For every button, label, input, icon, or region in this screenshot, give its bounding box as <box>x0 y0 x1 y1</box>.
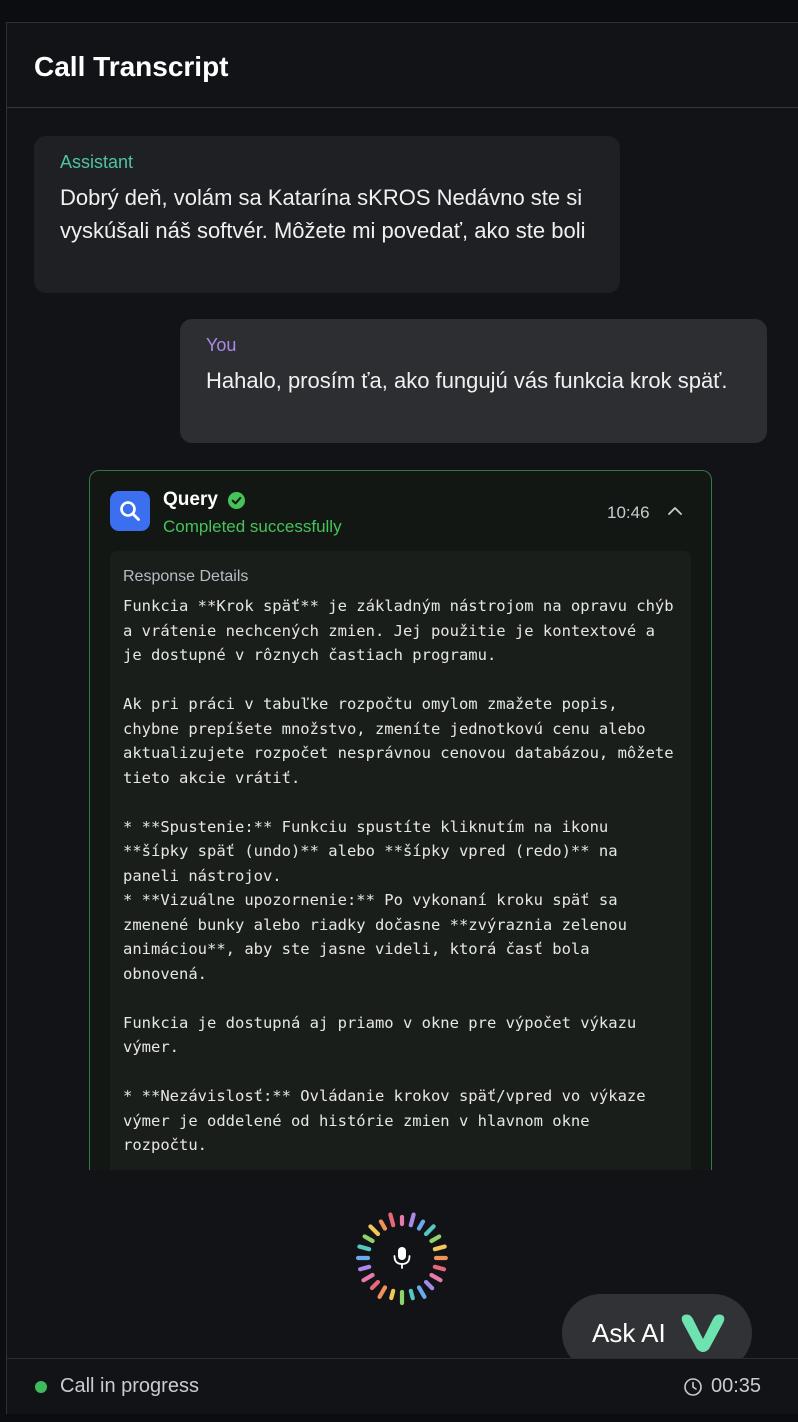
clock-icon <box>684 1378 702 1396</box>
details-text: Funkcia **Krok späť** je základným nástr… <box>123 597 674 1154</box>
speaker-label: You <box>206 335 237 355</box>
user-message: You Hahalo, prosím ťa, ako fungujú vás f… <box>180 319 767 443</box>
search-icon <box>110 491 150 531</box>
ask-ai-label: Ask AI <box>592 1317 666 1348</box>
mic-ring-dash <box>416 1285 427 1299</box>
mic-ring-dash <box>429 1272 443 1283</box>
mic-ring-dash <box>378 1219 388 1231</box>
mic-ring-dash <box>377 1285 388 1299</box>
mic-ring-dash <box>368 1224 381 1237</box>
microphone-icon <box>393 1247 411 1269</box>
query-title-text: Query <box>163 489 218 510</box>
query-status: Completed successfully <box>163 517 342 536</box>
response-details: Response Details Funkcia **Krok späť** j… <box>110 551 691 1170</box>
mic-ring-dash <box>432 1244 447 1252</box>
mic-ring-dash <box>369 1279 381 1291</box>
mic-ring-dash <box>389 1288 396 1301</box>
assistant-message: Assistant Dobrý deň, volám sa Katarína s… <box>34 136 620 293</box>
message-text: Hahalo, prosím ťa, ako fungujú vás funkc… <box>206 368 728 393</box>
speaker-label: Assistant <box>60 152 134 172</box>
mic-ring-dash <box>416 1219 426 1231</box>
mic-ring-dash <box>362 1234 375 1244</box>
call-status: Call in progress <box>60 1375 199 1397</box>
chevron-up-icon[interactable] <box>665 501 685 521</box>
mic-ring-dash <box>408 1212 416 1228</box>
call-duration: 00:35 <box>711 1375 762 1397</box>
mic-ring-dash <box>432 1264 447 1272</box>
query-time: 10:46 <box>607 503 650 522</box>
page-title: Call Transcript <box>34 51 229 82</box>
check-circle-icon <box>227 491 245 509</box>
mic-ring-dash <box>429 1234 442 1244</box>
mic-ring-dash <box>408 1288 415 1301</box>
mic-ring-dash <box>357 1244 372 1252</box>
status-indicator-dot <box>35 1381 47 1393</box>
status-bar: Call in progress 00:35 <box>7 1358 798 1414</box>
mic-ring-dash <box>358 1264 372 1272</box>
header: Call Transcript <box>7 23 798 108</box>
call-transcript-panel: Call Transcript Assistant Dobrý deň, vol… <box>6 22 798 1414</box>
mic-ring-dash <box>423 1224 436 1237</box>
query-tool-card: Query Completed successfully 10:46 Respo… <box>89 470 712 1170</box>
message-text: Dobrý deň, volám sa Katarína sKROS Nedáv… <box>60 185 586 243</box>
query-title: Query <box>163 489 245 511</box>
mic-ring-dash <box>423 1279 435 1291</box>
microphone-button[interactable] <box>347 1203 457 1313</box>
mic-ring-dash <box>388 1212 396 1228</box>
details-label: Response Details <box>123 568 249 585</box>
v-logo-icon <box>681 1314 725 1352</box>
mic-ring-dash <box>361 1272 375 1283</box>
